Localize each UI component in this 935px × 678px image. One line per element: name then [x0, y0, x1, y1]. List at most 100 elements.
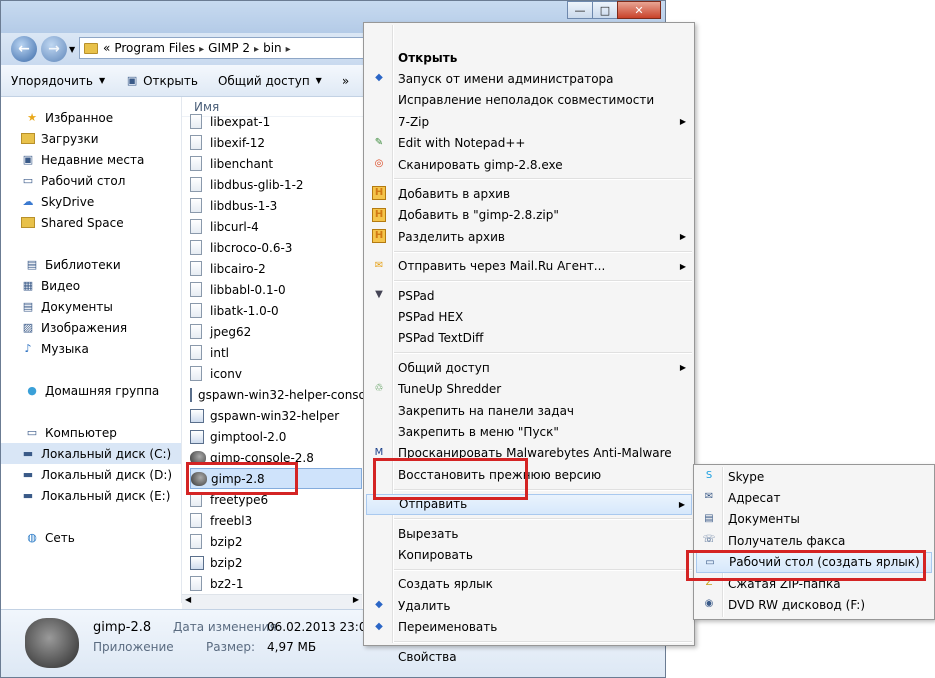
menu-item-29[interactable]: Создать ярлык [366, 574, 692, 595]
menu-item-24[interactable]: Отправить ▶ [366, 493, 692, 515]
menu-item-3[interactable]: 7-Zip ▶ [366, 111, 692, 132]
nav-item-16[interactable]: ◍ Сеть [1, 527, 181, 548]
breadcrumb-item[interactable]: Program Files [114, 41, 195, 55]
menu-item-18[interactable]: ♲ TuneUp Shredder [366, 379, 692, 400]
forward-button[interactable]: → [41, 36, 67, 62]
toolbar-button-1[interactable]: ▣ Открыть [115, 65, 208, 96]
toolbar-button-3[interactable]: » [332, 65, 359, 96]
menu-item-3[interactable]: ☏ Получатель факса [696, 530, 932, 551]
menu-separator [394, 641, 692, 643]
nav-item-14[interactable]: ▬ Локальный диск (D:) [1, 464, 181, 485]
nav-item-8[interactable]: ▤ Документы [1, 296, 181, 317]
chevron-right-icon[interactable]: ▸ [286, 44, 291, 55]
file-row[interactable]: libexpat-1 [190, 111, 370, 132]
menu-item-19[interactable]: Закрепить на панели задач [366, 400, 692, 421]
menu-item-7[interactable]: H Добавить в архив [366, 183, 692, 204]
nav-item-5[interactable]: Shared Space [1, 212, 181, 233]
menu-item-13[interactable]: ▼ PSPad [366, 285, 692, 306]
file-name: libbabl-0.1-0 [210, 282, 286, 297]
scroll-left-icon[interactable]: ◀ [185, 595, 191, 604]
nav-item-2[interactable]: ▣ Недавние места [1, 149, 181, 170]
drive-icon: ▬ [22, 488, 34, 502]
menu-item-2[interactable]: Исправление неполадок совместимости [366, 90, 692, 111]
back-button[interactable]: ← [11, 36, 37, 62]
breadcrumb-item[interactable]: bin [263, 41, 282, 55]
recent-pages-arrow-icon[interactable]: ▼ [69, 45, 75, 54]
nav-item-15[interactable]: ▬ Локальный диск (E:) [1, 485, 181, 506]
chevron-right-icon[interactable]: ▸ [199, 44, 204, 55]
menu-item-5[interactable]: Z Сжатая ZIP-папка [696, 573, 932, 594]
menu-item-22[interactable]: Восстановить прежнюю версию [366, 464, 692, 485]
nav-item-13[interactable]: ▬ Локальный диск (C:) [1, 443, 181, 464]
menu-item-15[interactable]: PSPad TextDiff [366, 328, 692, 349]
menu-item-17[interactable]: Общий доступ ▶ [366, 357, 692, 378]
menu-item-0[interactable]: Открыть [366, 47, 692, 68]
file-row[interactable]: gimp-2.8 [190, 468, 362, 489]
nav-item-7[interactable]: ▦ Видео [1, 275, 181, 296]
menu-item-33[interactable]: Свойства [366, 646, 692, 667]
file-row[interactable]: libenchant [190, 153, 370, 174]
menu-item-31[interactable]: ◆ Переименовать [366, 617, 692, 638]
maximize-button[interactable]: □ [592, 1, 618, 19]
file-row[interactable]: bz2-1 [190, 573, 370, 594]
menu-item-4[interactable]: ▭ Рабочий стол (создать ярлык) [696, 551, 932, 573]
nav-item-6[interactable]: ▤ Библиотеки [1, 254, 181, 275]
minimize-button[interactable]: — [567, 1, 593, 19]
file-row[interactable]: jpeg62 [190, 321, 370, 342]
file-row[interactable]: bzip2 [190, 531, 370, 552]
nav-item-9[interactable]: ▨ Изображения [1, 317, 181, 338]
menu-item-14[interactable]: PSPad HEX [366, 306, 692, 327]
menu-item-4[interactable]: ✎ Edit with Notepad++ [366, 133, 692, 154]
breadcrumb-prefix[interactable]: « [103, 41, 110, 55]
horizontal-scrollbar[interactable]: ◀ ▶ [182, 594, 362, 609]
nav-item-12[interactable]: ▭ Компьютер [1, 422, 181, 443]
homegroup-icon: ● [27, 383, 37, 397]
network-icon: ◍ [27, 530, 37, 544]
file-row[interactable]: libbabl-0.1-0 [190, 279, 370, 300]
file-row[interactable]: iconv [190, 363, 370, 384]
toolbar-button-2[interactable]: Общий доступ ▼ [208, 65, 332, 96]
close-button[interactable]: ✕ [617, 1, 661, 19]
file-row[interactable]: gimptool-2.0 [190, 426, 370, 447]
nav-item-10[interactable]: ♪ Музыка [1, 338, 181, 359]
menu-item-26[interactable]: Вырезать [366, 523, 692, 544]
nav-item-4[interactable]: ☁ SkyDrive [1, 191, 181, 212]
menu-item-21[interactable]: M Просканировать Malwarebytes Anti-Malwar… [366, 443, 692, 464]
file-row[interactable]: libexif-12 [190, 132, 370, 153]
file-row[interactable]: libatk-1.0-0 [190, 300, 370, 321]
menu-item-0[interactable]: S Skype [696, 466, 932, 487]
file-row[interactable]: bzip2 [190, 552, 370, 573]
file-row[interactable]: libcurl-4 [190, 216, 370, 237]
file-row[interactable]: libcairo-2 [190, 258, 370, 279]
menu-item-1[interactable]: ◆ Запуск от имени администратора [366, 68, 692, 89]
menu-item-27[interactable]: Копировать [366, 544, 692, 565]
chevron-right-icon[interactable]: ▸ [254, 44, 259, 55]
menu-item-1[interactable]: ✉ Адресат [696, 487, 932, 508]
file-row[interactable]: libcroco-0.6-3 [190, 237, 370, 258]
menu-item-6[interactable]: ◉ DVD RW дисковод (F:) [696, 594, 932, 615]
file-row[interactable]: intl [190, 342, 370, 363]
nav-item-0[interactable]: ★ Избранное [1, 107, 181, 128]
file-row[interactable]: freetype6 [190, 489, 370, 510]
dll-file-icon [190, 492, 202, 507]
breadcrumb-item[interactable]: GIMP 2 [208, 41, 250, 55]
toolbar-button-0[interactable]: Упорядочить ▼ [1, 65, 115, 96]
file-row[interactable]: freebl3 [190, 510, 370, 531]
menu-item-9[interactable]: H Разделить архив ▶ [366, 226, 692, 247]
menu-item-2[interactable]: ▤ Документы [696, 509, 932, 530]
file-row[interactable]: gspawn-win32-helper [190, 405, 370, 426]
menu-item-5[interactable]: ◎ Сканировать gimp-2.8.exe [366, 154, 692, 175]
menu-item-8[interactable]: H Добавить в "gimp-2.8.zip" [366, 205, 692, 226]
menu-item-label: Восстановить прежнюю версию [398, 467, 602, 482]
nav-item-1[interactable]: Загрузки [1, 128, 181, 149]
nav-item-11[interactable]: ● Домашняя группа [1, 380, 181, 401]
menu-item-20[interactable]: Закрепить в меню "Пуск" [366, 421, 692, 442]
file-row[interactable]: libdbus-glib-1-2 [190, 174, 370, 195]
file-row[interactable]: gimp-console-2.8 [190, 447, 370, 468]
scroll-right-icon[interactable]: ▶ [353, 595, 359, 604]
menu-item-11[interactable]: ✉ Отправить через Mail.Ru Агент... ▶ [366, 256, 692, 277]
file-row[interactable]: gspawn-win32-helper-console [190, 384, 377, 405]
nav-item-3[interactable]: ▭ Рабочий стол [1, 170, 181, 191]
menu-item-30[interactable]: ◆ Удалить [366, 595, 692, 616]
file-row[interactable]: libdbus-1-3 [190, 195, 370, 216]
